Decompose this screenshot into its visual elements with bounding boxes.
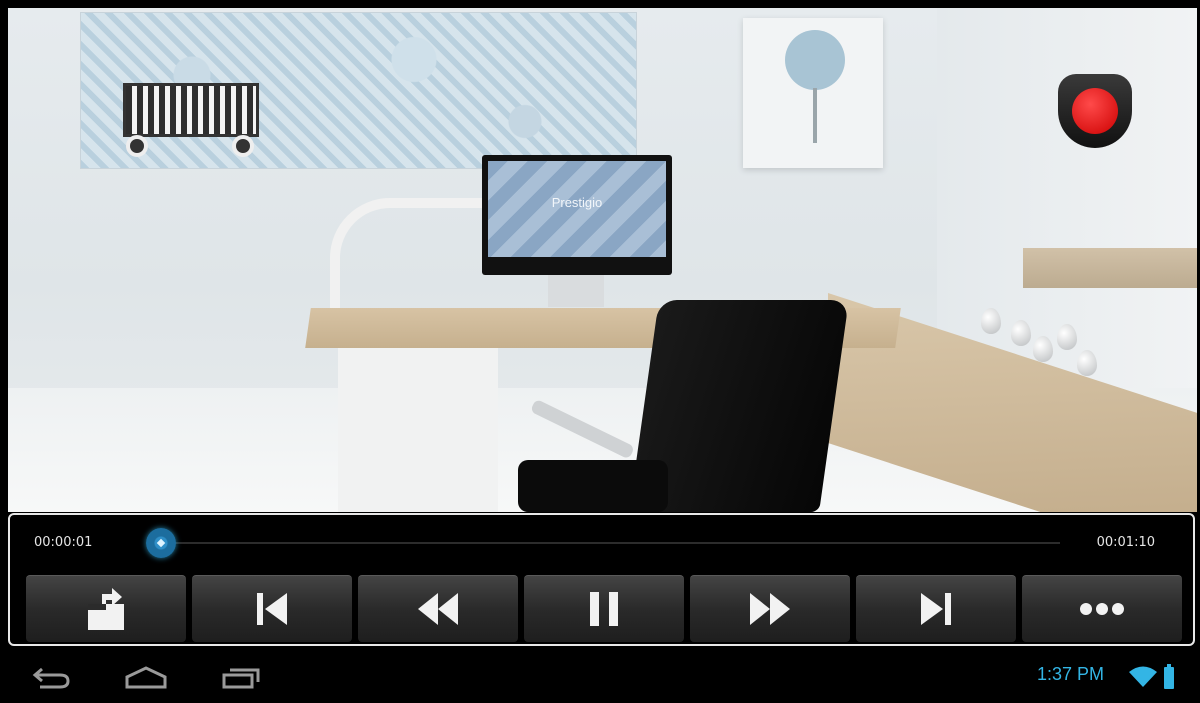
wall-picture-frame [743,18,883,168]
skip-next-icon [921,593,951,625]
truck-wheel [232,135,254,157]
current-time: 00:00:01 [34,535,93,550]
status-time: 1:37 PM [1037,664,1105,684]
skip-previous-icon [257,593,287,625]
prestigio-logo-badge [1058,74,1132,148]
home-icon [125,666,167,689]
monitor-brand-text: Prestigio [551,195,603,210]
fast-forward-button[interactable] [690,575,850,642]
chair-seat [518,460,668,512]
battery-icon [1164,664,1174,689]
wifi-icon [1129,666,1157,687]
fast-forward-icon [750,593,790,625]
monitor-stand [548,275,604,307]
share-button[interactable] [26,575,186,642]
rewind-icon [418,593,458,625]
more-icon [1080,603,1124,615]
desk-drawer [338,348,498,512]
tree-trunk [813,88,817,143]
poster-truck-illustration [123,83,259,137]
control-buttons [26,575,1182,642]
more-button[interactable] [1022,575,1182,642]
tree-illustration [785,30,845,90]
system-navigation-bar: 1:37 PM [0,650,1200,703]
share-icon [88,588,124,630]
player-controls: 00:00:01 00:01:10 [8,513,1195,646]
egg [1011,320,1031,346]
egg [1057,324,1077,350]
truck-wheel [126,135,148,157]
decor-eggs [973,298,1103,378]
back-button[interactable] [30,662,74,692]
home-button[interactable] [124,662,168,692]
recent-apps-icon [222,668,260,689]
rewind-button[interactable] [358,575,518,642]
recent-apps-button[interactable] [218,662,262,692]
monitor: Prestigio [482,155,672,275]
video-surface[interactable]: Prestigio [8,8,1197,512]
next-button[interactable] [856,575,1016,642]
back-icon [32,667,70,689]
total-time: 00:01:10 [1096,535,1155,550]
side-table [1023,248,1197,288]
pause-button[interactable] [524,575,684,642]
egg [1033,336,1053,362]
seek-thumb[interactable] [146,528,176,558]
logo-emblem [1072,88,1118,134]
egg [981,308,1001,334]
seek-bar[interactable] [160,542,1060,544]
previous-button[interactable] [192,575,352,642]
pause-icon [590,592,618,626]
egg [1077,350,1097,376]
